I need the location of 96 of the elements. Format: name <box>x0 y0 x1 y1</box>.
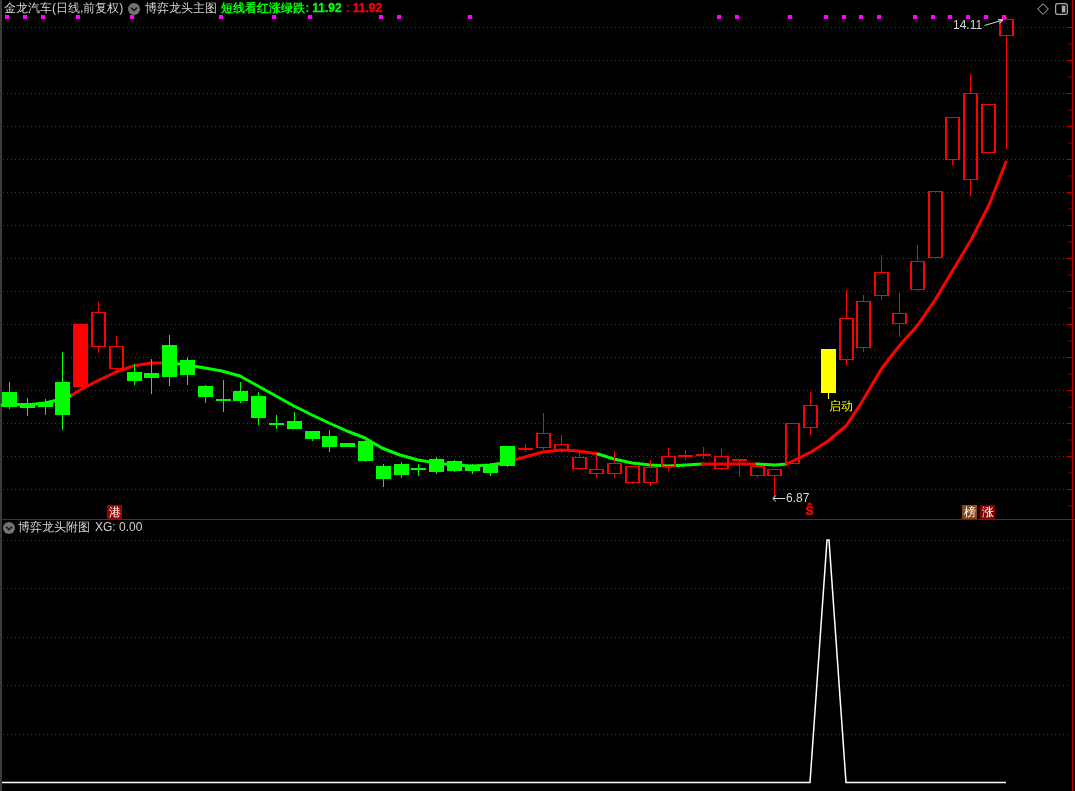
candlestick <box>714 448 729 471</box>
candlestick <box>73 324 88 387</box>
square-marker-icon <box>842 15 846 19</box>
candlestick <box>910 244 925 292</box>
signal-label: 启动 <box>829 400 853 412</box>
candlestick <box>856 294 871 353</box>
signal-tag: 榜 <box>962 505 977 519</box>
candlestick <box>696 446 711 460</box>
candlestick <box>554 434 569 454</box>
candlestick <box>678 449 693 461</box>
candlestick <box>928 190 943 259</box>
candlestick <box>589 454 604 478</box>
arrow-icon <box>772 495 785 502</box>
signal-tag: 涨 <box>980 505 995 519</box>
candlestick <box>981 103 996 154</box>
candlestick <box>643 459 658 487</box>
square-marker-icon <box>1002 15 1006 19</box>
square-marker-icon <box>788 15 792 19</box>
candlestick <box>251 391 266 426</box>
candlestick <box>358 436 373 463</box>
security-title: 金龙汽车(日线,前复权) <box>4 1 124 16</box>
square-marker-icon <box>23 15 27 19</box>
candlestick <box>233 381 248 404</box>
indicator-name: 博弈龙头附图 <box>18 521 90 534</box>
square-marker-icon <box>877 15 881 19</box>
dropdown-icon[interactable] <box>3 521 15 534</box>
candlestick <box>287 411 302 429</box>
square-marker-icon <box>913 15 917 19</box>
indicator-name: 博弈龙头主图 <box>145 1 218 16</box>
candlestick <box>607 450 622 479</box>
candlestick <box>376 463 391 488</box>
candlestick <box>91 301 106 354</box>
square-marker-icon <box>272 15 276 19</box>
dropdown-icon[interactable] <box>128 2 141 15</box>
signal-label: Ŝ <box>805 504 815 518</box>
candlestick <box>892 292 907 338</box>
square-marker-icon <box>735 15 739 19</box>
panel-icon[interactable] <box>1055 3 1068 15</box>
candlestick <box>411 463 426 477</box>
candlestick <box>536 412 551 451</box>
legend-value: 11.92 <box>352 1 383 16</box>
candlestick <box>767 468 782 499</box>
candlestick <box>821 349 836 400</box>
candlestick <box>518 443 533 453</box>
candlestick <box>38 398 53 416</box>
indicator-value: XG: 0.00 <box>95 521 143 534</box>
square-marker-icon <box>468 15 472 19</box>
square-marker-icon <box>379 15 383 19</box>
diamond-icon[interactable] <box>1037 3 1049 15</box>
candlestick <box>750 465 765 479</box>
square-marker-icon <box>931 15 935 19</box>
candlestick <box>732 458 747 478</box>
candlestick <box>483 462 498 477</box>
price-label: 14.11 <box>953 19 983 31</box>
candlestick <box>144 358 159 395</box>
price-label: 6.87 <box>786 492 810 504</box>
candlestick <box>625 465 640 485</box>
candlestick <box>447 459 462 473</box>
candlestick <box>394 461 409 479</box>
square-marker-icon <box>76 15 80 19</box>
candlestick <box>109 335 124 372</box>
square-marker-icon <box>41 15 45 19</box>
candlestick <box>572 450 587 471</box>
candlestick <box>785 422 800 465</box>
square-marker-icon <box>5 15 9 19</box>
candlestick <box>305 431 320 442</box>
candlestick <box>269 414 284 430</box>
candlestick <box>127 363 142 386</box>
candlestick <box>162 334 177 387</box>
candlestick <box>2 381 17 410</box>
candlestick <box>661 447 676 472</box>
candlestick <box>874 254 889 301</box>
candlestick <box>216 379 231 413</box>
square-marker-icon <box>717 15 721 19</box>
candlestick <box>500 446 515 468</box>
candlestick <box>340 443 355 447</box>
square-marker-icon <box>966 15 970 19</box>
candlestick <box>198 384 213 404</box>
candlestick <box>429 456 444 475</box>
square-marker-icon <box>824 15 828 19</box>
square-marker-icon <box>219 15 223 19</box>
square-marker-icon <box>397 15 401 19</box>
legend-value: 11.92 <box>312 1 342 16</box>
square-marker-icon <box>859 15 863 19</box>
arrow-icon <box>984 19 1005 26</box>
candlestick <box>803 391 818 436</box>
signal-tag: 港 <box>107 505 122 519</box>
square-marker-icon <box>948 15 952 19</box>
legend-label: 短线看红涨绿跌: <box>221 1 310 16</box>
candlestick <box>945 116 960 166</box>
candlestick <box>180 356 195 386</box>
square-marker-icon <box>984 15 988 19</box>
candlestick <box>20 397 35 417</box>
candlestick <box>322 429 337 453</box>
square-marker-icon <box>308 15 312 19</box>
legend-label: : <box>345 1 350 16</box>
